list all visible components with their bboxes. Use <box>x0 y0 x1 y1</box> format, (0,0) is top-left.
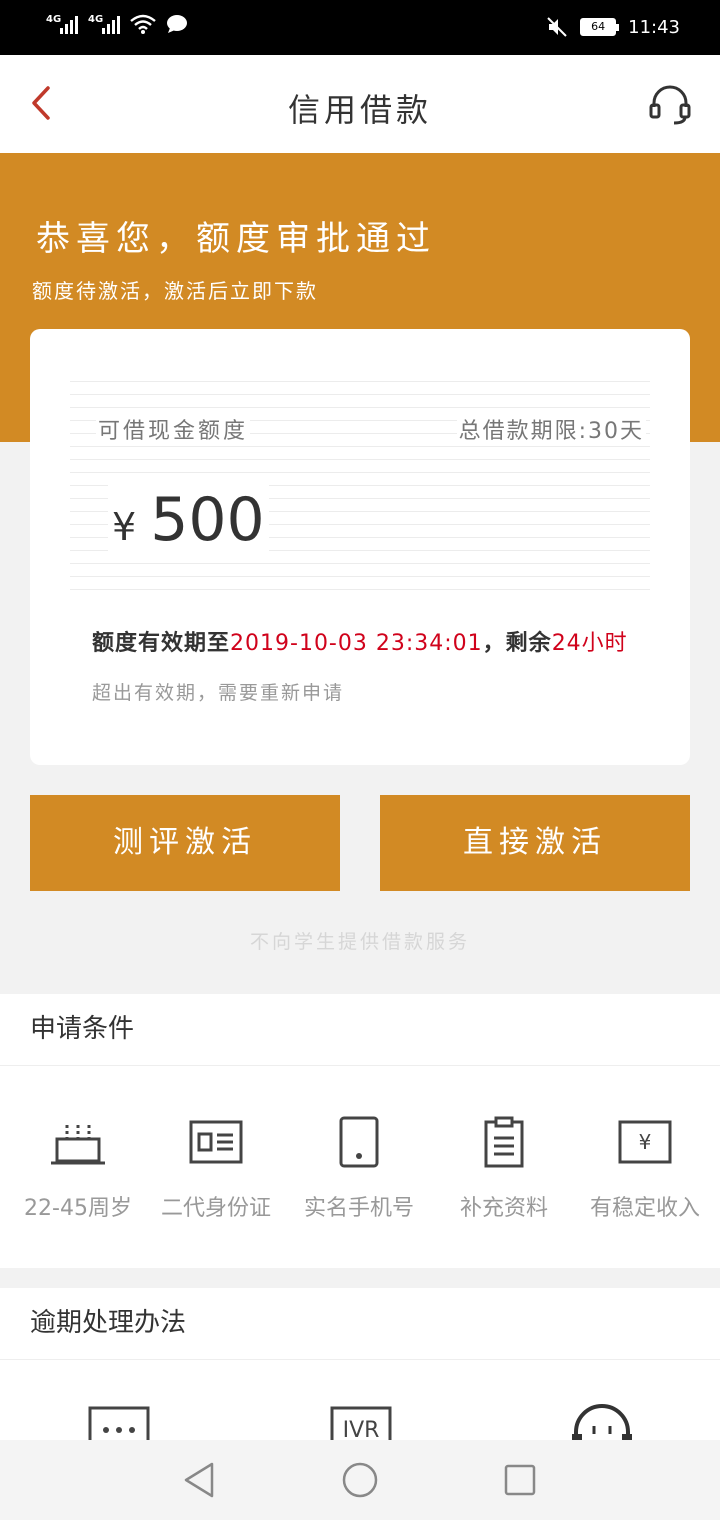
conditions-section: 申请条件 22-45周岁 二代身份证 实名手机号 补充资料 ¥ 有稳定收入 <box>0 994 720 1268</box>
credit-card-panel: 可借现金额度 总借款期限:30天 ¥ 500 额度有效期至2019-10-03 … <box>30 329 690 765</box>
network-type-2: 4G <box>88 14 104 25</box>
chat-bubble-icon <box>167 15 187 33</box>
evaluate-activate-button[interactable]: 测评激活 <box>30 795 340 891</box>
conditions-list: 22-45周岁 二代身份证 实名手机号 补充资料 ¥ 有稳定收入 <box>0 1112 720 1232</box>
condition-documents: 补充资料 <box>432 1112 576 1222</box>
clock: 11:43 <box>628 16 680 38</box>
network-type-1: 4G <box>46 14 62 25</box>
status-bar: 4G 4G 64 11:43 <box>0 0 720 55</box>
svg-text:¥: ¥ <box>639 1130 652 1154</box>
birthday-cake-icon <box>51 1125 105 1165</box>
credit-amount: ¥ 500 <box>108 485 269 555</box>
headset-icon[interactable] <box>648 83 692 127</box>
student-notice: 不向学生提供借款服务 <box>249 931 470 953</box>
nav-recents-icon[interactable] <box>500 1460 540 1500</box>
app-header: 信用借款 <box>0 55 720 153</box>
signal-icon-2: 4G <box>88 14 120 34</box>
condition-income: ¥ 有稳定收入 <box>573 1112 717 1222</box>
validity-text: 额度有效期至2019-10-03 23:34:01，剩余24小时 <box>92 625 628 657</box>
headset-icon <box>572 1404 632 1440</box>
wifi-icon <box>130 14 156 34</box>
condition-label: 补充资料 <box>459 1196 548 1221</box>
condition-label: 有稳定收入 <box>589 1196 700 1221</box>
amount-value: 500 <box>150 485 265 555</box>
battery-indicator: 64 <box>580 18 620 36</box>
ivr-label: IVR <box>342 1418 380 1440</box>
condition-id-card: 二代身份证 <box>144 1112 288 1222</box>
validity-date: 2019-10-03 23:34:01 <box>230 631 483 656</box>
system-nav-bar <box>0 1440 720 1520</box>
mobile-phone-icon <box>339 1116 379 1168</box>
validity-prefix: 额度有效期至 <box>92 631 231 656</box>
overdue-heading: 逾期处理办法 <box>0 1288 720 1360</box>
condition-age: 22-45周岁 <box>6 1112 150 1222</box>
page-title: 信用借款 <box>287 91 432 129</box>
expire-note: 超出有效期，需要重新申请 <box>92 682 345 704</box>
status-left: 4G 4G <box>46 14 188 34</box>
condition-label: 22-45周岁 <box>24 1196 132 1221</box>
sms-message-icon <box>88 1406 150 1440</box>
credit-limit-label: 可借现金额度 <box>96 413 251 445</box>
condition-phone: 实名手机号 <box>287 1112 431 1222</box>
condition-label: 实名手机号 <box>303 1196 414 1221</box>
remaining-time: 24小时 <box>551 631 628 656</box>
overdue-methods: IVR <box>0 1402 720 1440</box>
nav-home-icon[interactable] <box>340 1460 380 1500</box>
condition-label: 二代身份证 <box>160 1196 271 1221</box>
overdue-section: 逾期处理办法 IVR <box>0 1288 720 1440</box>
direct-activate-button[interactable]: 直接激活 <box>380 795 690 891</box>
status-right: 64 11:43 <box>546 16 680 38</box>
banner-subtitle: 额度待激活，激活后立即下款 <box>32 279 318 303</box>
id-card-icon <box>189 1120 243 1164</box>
remaining-prefix: ，剩余 <box>482 631 552 656</box>
loan-term-label: 总借款期限:30天 <box>456 413 646 445</box>
clipboard-icon <box>484 1116 524 1168</box>
yen-bill-icon: ¥ <box>618 1120 672 1164</box>
mute-icon <box>547 17 567 37</box>
signal-icon: 4G <box>46 14 78 34</box>
nav-back-icon[interactable] <box>180 1460 220 1500</box>
banner-title: 恭喜您，额度审批通过 <box>36 219 436 259</box>
conditions-heading: 申请条件 <box>0 994 720 1066</box>
currency-symbol: ¥ <box>112 505 137 549</box>
